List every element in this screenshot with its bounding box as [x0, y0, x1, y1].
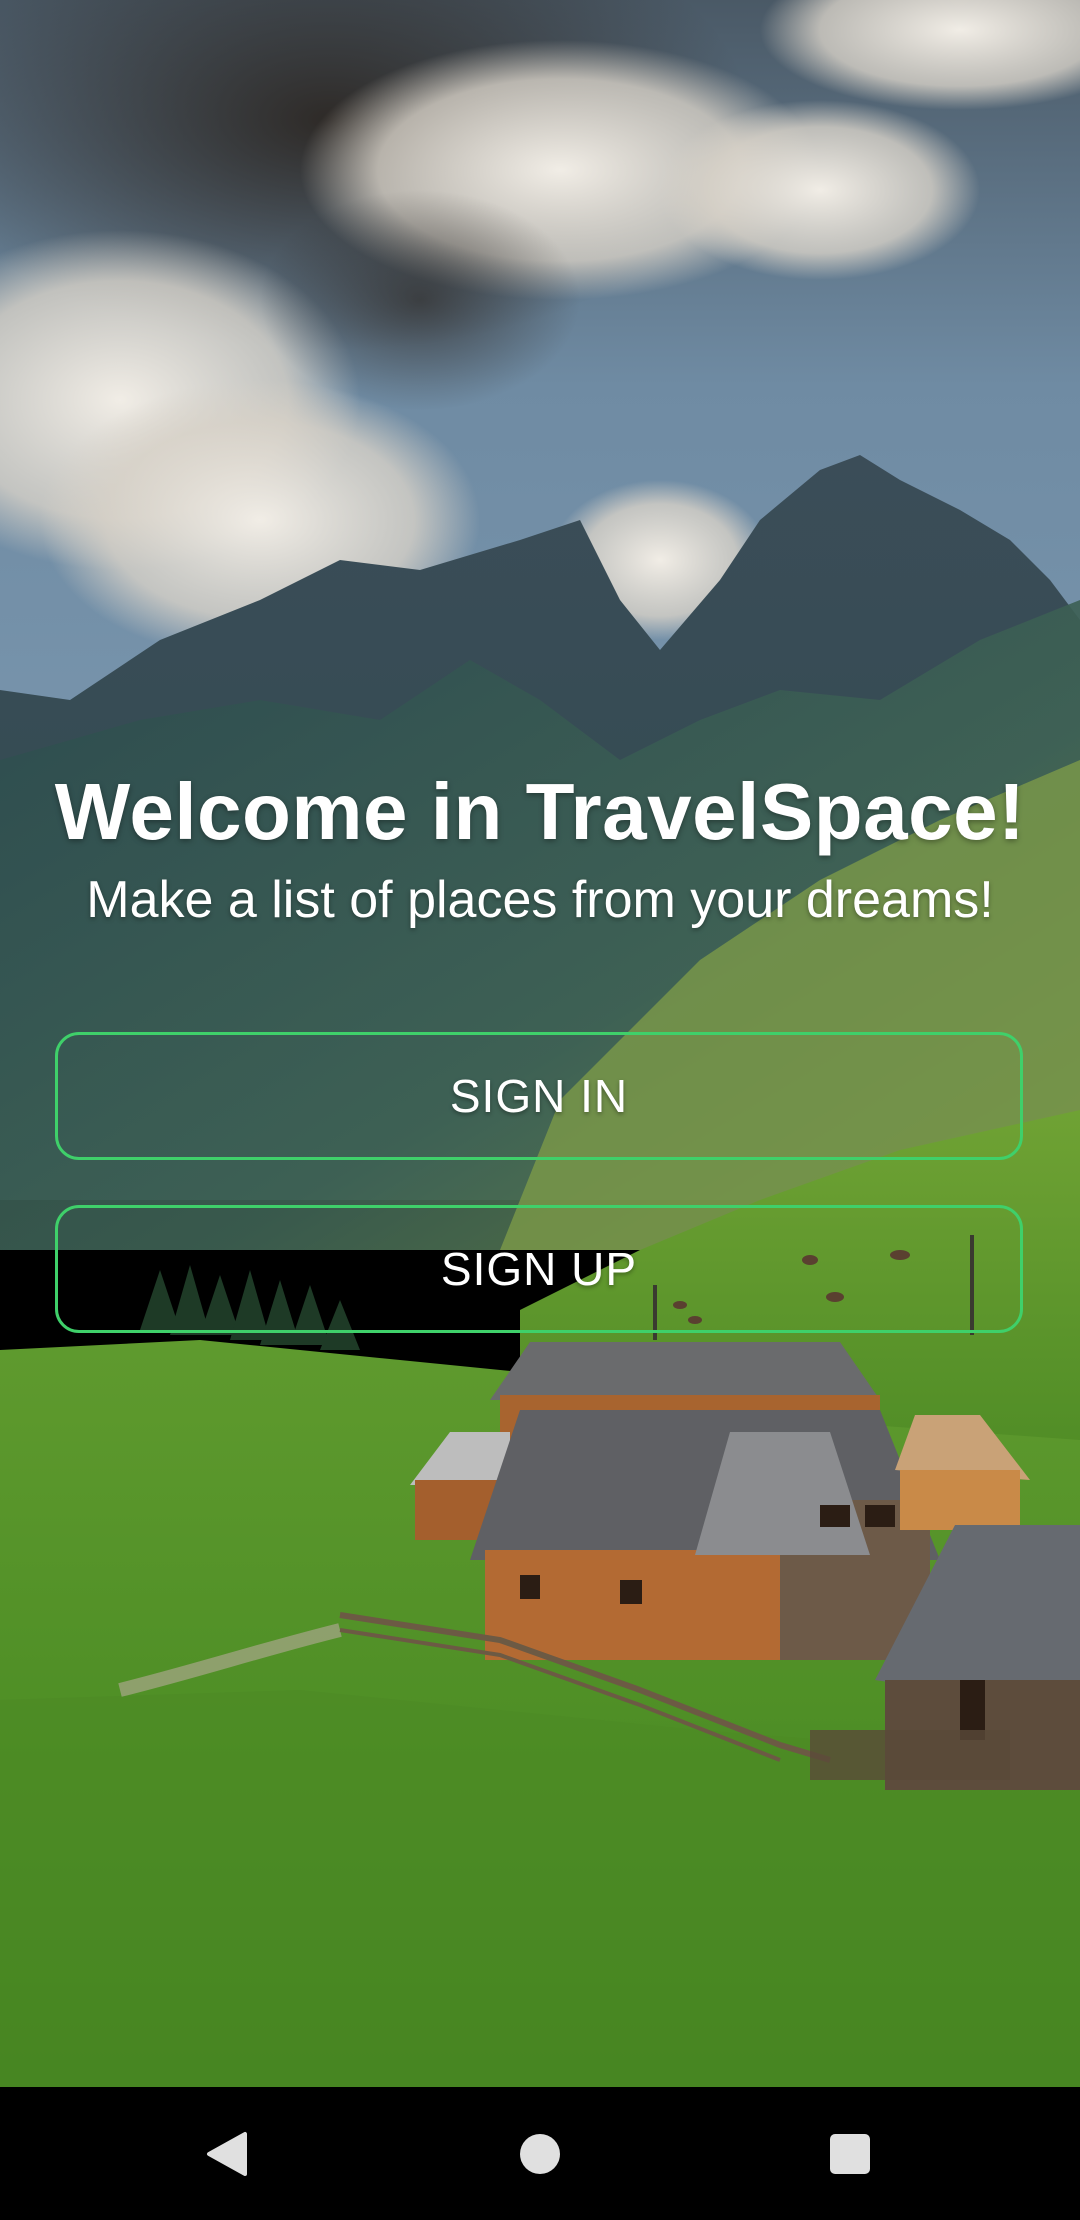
sign-in-label: SIGN IN — [449, 1070, 629, 1122]
back-button[interactable] — [157, 2087, 297, 2220]
sign-in-button[interactable]: SIGN IN — [55, 1032, 1023, 1160]
recents-button[interactable] — [780, 2087, 920, 2220]
welcome-screen: Welcome in TravelSpace! Make a list of p… — [0, 0, 1080, 2220]
home-circle-icon — [520, 2133, 560, 2174]
sign-up-label: SIGN UP — [440, 1243, 638, 1295]
system-navigation-bar — [0, 2087, 1080, 2220]
back-triangle-icon — [207, 2131, 247, 2176]
welcome-title: Welcome in TravelSpace! — [54, 767, 1026, 856]
home-button[interactable] — [470, 2087, 610, 2220]
recents-square-icon — [830, 2133, 870, 2174]
sign-up-button[interactable]: SIGN UP — [55, 1205, 1023, 1333]
welcome-subtitle: Make a list of places from your dreams! — [86, 871, 994, 929]
